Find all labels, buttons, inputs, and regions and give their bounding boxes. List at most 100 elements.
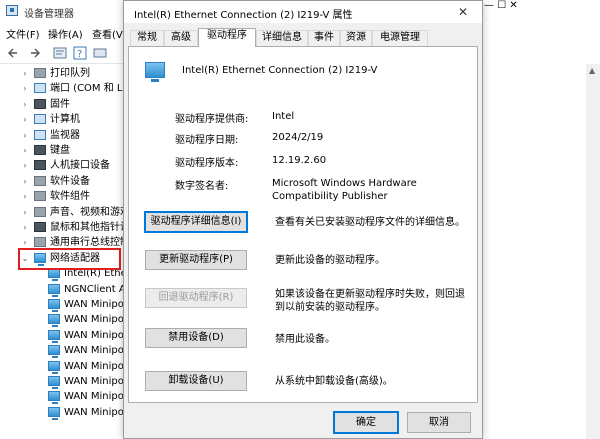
expand-chevron-icon[interactable]: ›	[20, 130, 30, 141]
tree-item-label: 声音、视频和游戏控制器	[50, 206, 124, 218]
back-icon[interactable]	[6, 45, 22, 61]
tree-device-item[interactable]: WAN Miniport (IPv6)	[0, 328, 124, 343]
tree-category-item[interactable]: › 人机接口设备	[0, 158, 124, 173]
dialog-titlebar: Intel(R) Ethernet Connection (2) I219-V …	[124, 1, 482, 23]
maximize-icon[interactable]: ☐	[497, 0, 506, 11]
property-value: 12.19.2.60	[272, 155, 327, 166]
tree-category-item[interactable]: › 端口 (COM 和 LPT)	[0, 81, 124, 96]
property-key: 驱动程序日期:	[175, 135, 239, 146]
disable-device-button[interactable]: 禁用设备(D)	[145, 328, 247, 348]
close-window-icon[interactable]: ✕	[509, 0, 517, 11]
device-manager-right-area: — ☐ ✕	[484, 0, 600, 439]
usb-icon	[34, 237, 46, 248]
tree-category-item[interactable]: › 固件	[0, 97, 124, 112]
tree-category-item[interactable]: › 软件设备	[0, 174, 124, 189]
tree-item-label: 监视器	[50, 129, 80, 141]
device-name: Intel(R) Ethernet Connection (2) I219-V	[182, 65, 378, 76]
tree-device-item[interactable]: WAN Miniport (L2TP)	[0, 343, 124, 359]
property-value: Intel	[272, 111, 295, 122]
keyboard-icon	[34, 145, 46, 155]
driver-details-button[interactable]: 驱动程序详细信息(I)	[144, 211, 248, 233]
expand-chevron-icon[interactable]: ›	[20, 114, 30, 125]
tree-category-item[interactable]: › 打印队列	[0, 66, 124, 81]
disable-device-desc: 禁用此设备。	[275, 334, 335, 345]
tree-category-item[interactable]: › 软件组件	[0, 189, 124, 204]
menu-file[interactable]: 文件(F)	[6, 26, 40, 41]
expand-chevron-icon[interactable]: ›	[20, 68, 30, 79]
tree-category-item[interactable]: › 计算机	[0, 112, 124, 127]
expand-chevron-icon[interactable]: ›	[20, 83, 30, 94]
tree-item-label: 人机接口设备	[50, 160, 110, 172]
update-driver-button[interactable]: 更新驱动程序(P)	[145, 250, 247, 270]
expand-chevron-icon[interactable]: ›	[20, 237, 30, 248]
tree-device-item[interactable]: WAN Miniport (IP)	[0, 312, 124, 328]
expand-chevron-icon[interactable]: ›	[20, 207, 30, 218]
tab-power-management[interactable]: 电源管理	[372, 30, 428, 46]
tree-item-label: 鼠标和其他指针设备	[50, 222, 124, 233]
highlight-annotation	[18, 248, 121, 270]
tree-category-item[interactable]: › 监视器	[0, 128, 124, 143]
tree-item-label: WAN Miniport (L2TP)	[64, 345, 124, 357]
device-manager-icon	[6, 5, 18, 16]
tree-category-item[interactable]: › 声音、视频和游戏控制器	[0, 205, 124, 220]
mouse-icon	[34, 222, 46, 232]
tree-item-label: 键盘	[50, 145, 70, 156]
menu-view[interactable]: 查看(V)	[92, 26, 127, 41]
driver-details-desc: 查看有关已安装驱动程序文件的详细信息。	[275, 217, 465, 228]
property-value: Microsoft Windows Hardware Compatibility…	[272, 178, 417, 202]
tree-item-label: 软件设备	[50, 175, 90, 187]
tree-item-label: WAN Miniport (PPPOE)	[64, 376, 124, 387]
scan-hardware-icon[interactable]	[92, 45, 108, 61]
network-adapter-icon	[48, 283, 60, 297]
expand-chevron-icon[interactable]: ›	[20, 160, 30, 171]
software-device-icon	[34, 175, 46, 186]
tab-events[interactable]: 事件	[308, 30, 340, 46]
tree-category-item[interactable]: › 键盘	[0, 143, 124, 158]
tree-device-item[interactable]: WAN Miniport (PPTP)	[0, 389, 124, 405]
tree-item-label: WAN Miniport (Network Monitor)	[64, 360, 124, 372]
uninstall-device-button[interactable]: 卸载设备(U)	[145, 371, 247, 391]
tree-item-label: 端口 (COM 和 LPT)	[50, 83, 124, 95]
expand-chevron-icon[interactable]: ›	[20, 191, 30, 202]
expand-chevron-icon[interactable]: ›	[20, 222, 30, 233]
forward-icon[interactable]	[26, 45, 42, 61]
tree-scrollbar[interactable]: ▲	[586, 64, 600, 439]
port-icon	[34, 83, 46, 94]
monitor-icon	[34, 129, 46, 140]
network-adapter-icon	[48, 345, 60, 359]
device-manager-title: 设备管理器	[24, 9, 74, 20]
help-icon[interactable]: ?	[72, 45, 88, 61]
firmware-icon	[34, 98, 46, 109]
tree-device-item[interactable]: NGNClient Adapter	[0, 282, 124, 297]
tab-driver[interactable]: 驱动程序	[198, 28, 256, 47]
ok-button[interactable]: 确定	[333, 411, 399, 434]
driver-tab-panel: Intel(R) Ethernet Connection (2) I219-V …	[128, 46, 478, 403]
close-icon[interactable]: ✕	[450, 3, 476, 21]
tree-device-item[interactable]: WAN Miniport (PPPOE)	[0, 374, 124, 389]
tree-item-label: 软件组件	[50, 191, 90, 203]
scroll-up-icon[interactable]: ▲	[589, 66, 595, 75]
expand-chevron-icon[interactable]: ›	[20, 99, 30, 110]
network-adapter-icon	[48, 391, 60, 405]
cancel-button[interactable]: 取消	[407, 412, 471, 433]
properties-view-icon[interactable]	[52, 45, 68, 61]
tree-category-item[interactable]: › 鼠标和其他指针设备	[0, 220, 124, 235]
network-adapter-icon	[145, 62, 165, 82]
minimize-icon[interactable]: —	[484, 0, 494, 11]
roll-back-driver-button[interactable]: 回退驱动程序(R)	[145, 288, 247, 308]
network-adapter-icon	[48, 314, 60, 328]
tab-details[interactable]: 详细信息	[256, 30, 308, 46]
tree-device-item[interactable]: WAN Miniport (SSTP)	[0, 405, 124, 420]
tab-resources[interactable]: 资源	[340, 30, 372, 46]
tab-general[interactable]: 常规	[130, 30, 164, 46]
tab-advanced[interactable]: 高级	[164, 30, 198, 46]
tree-device-item[interactable]: WAN Miniport (IKEv2)	[0, 297, 124, 312]
tree-device-item[interactable]: WAN Miniport (Network Monitor)	[0, 359, 124, 374]
expand-chevron-icon[interactable]: ›	[20, 176, 30, 187]
svg-text:?: ?	[77, 49, 82, 60]
tree-item-label: WAN Miniport (IPv6)	[64, 329, 124, 341]
sound-icon	[34, 206, 46, 217]
menu-action[interactable]: 操作(A)	[48, 26, 83, 41]
property-key: 驱动程序提供商:	[175, 114, 249, 125]
expand-chevron-icon[interactable]: ›	[20, 145, 30, 156]
